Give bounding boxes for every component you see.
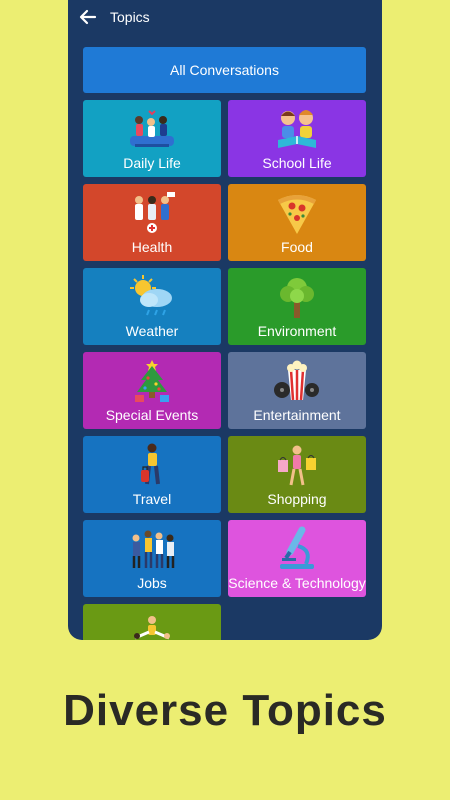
workers-icon (132, 530, 175, 568)
topic-school-life[interactable]: School Life (228, 100, 366, 177)
topic-label: Daily Life (123, 155, 181, 171)
topic-label: Travel (132, 491, 172, 507)
top-bar: Topics (68, 0, 382, 36)
topic-daily-life[interactable]: Daily Life (83, 100, 221, 177)
topic-travel[interactable]: Travel (83, 436, 221, 513)
people-icon (130, 110, 174, 147)
topic-health[interactable]: Health (83, 184, 221, 261)
topic-weather[interactable]: Weather (83, 268, 221, 345)
shopping-bags-icon (278, 445, 316, 486)
phone-screen: Topics All Conversations Daily Life Scho… (68, 0, 382, 640)
christmas-tree-icon (135, 360, 169, 402)
topic-label: Environment (257, 323, 337, 339)
arrow-left-icon[interactable] (78, 7, 98, 27)
sun-cloud-icon (130, 275, 172, 316)
topic-special-events[interactable]: Special Events (83, 352, 221, 429)
topic-food[interactable]: Food (228, 184, 366, 261)
topic-label: Shopping (267, 491, 327, 507)
popcorn-film-icon (274, 360, 319, 401)
topic-label: Jobs (137, 575, 167, 591)
topic-label: Weather (125, 323, 179, 339)
all-conversations-button[interactable]: All Conversations (83, 47, 366, 93)
topic-environment[interactable]: Environment (228, 268, 366, 345)
microscope-icon (280, 526, 314, 569)
topic-label: Food (281, 239, 313, 255)
topic-label: Health (131, 239, 173, 255)
topic-entertainment[interactable]: Entertainment (228, 352, 366, 429)
pizza-icon (278, 195, 316, 234)
kids-reading-icon (278, 110, 316, 148)
tree-icon (280, 278, 314, 318)
topic-label: Special Events (105, 407, 199, 423)
topic-sports[interactable] (83, 604, 221, 640)
doctors-icon (135, 192, 175, 233)
topic-label: Entertainment (253, 407, 341, 423)
page-title: Topics (110, 9, 150, 25)
topic-label: Science & Technology (228, 575, 366, 591)
sports-icon (134, 616, 170, 640)
topic-jobs[interactable]: Jobs (83, 520, 221, 597)
topic-shopping[interactable]: Shopping (228, 436, 366, 513)
promo-caption: Diverse Topics (63, 686, 387, 735)
traveler-icon (141, 443, 160, 485)
topic-label: School Life (262, 155, 332, 171)
topic-science-technology[interactable]: Science & Technology (228, 520, 366, 597)
